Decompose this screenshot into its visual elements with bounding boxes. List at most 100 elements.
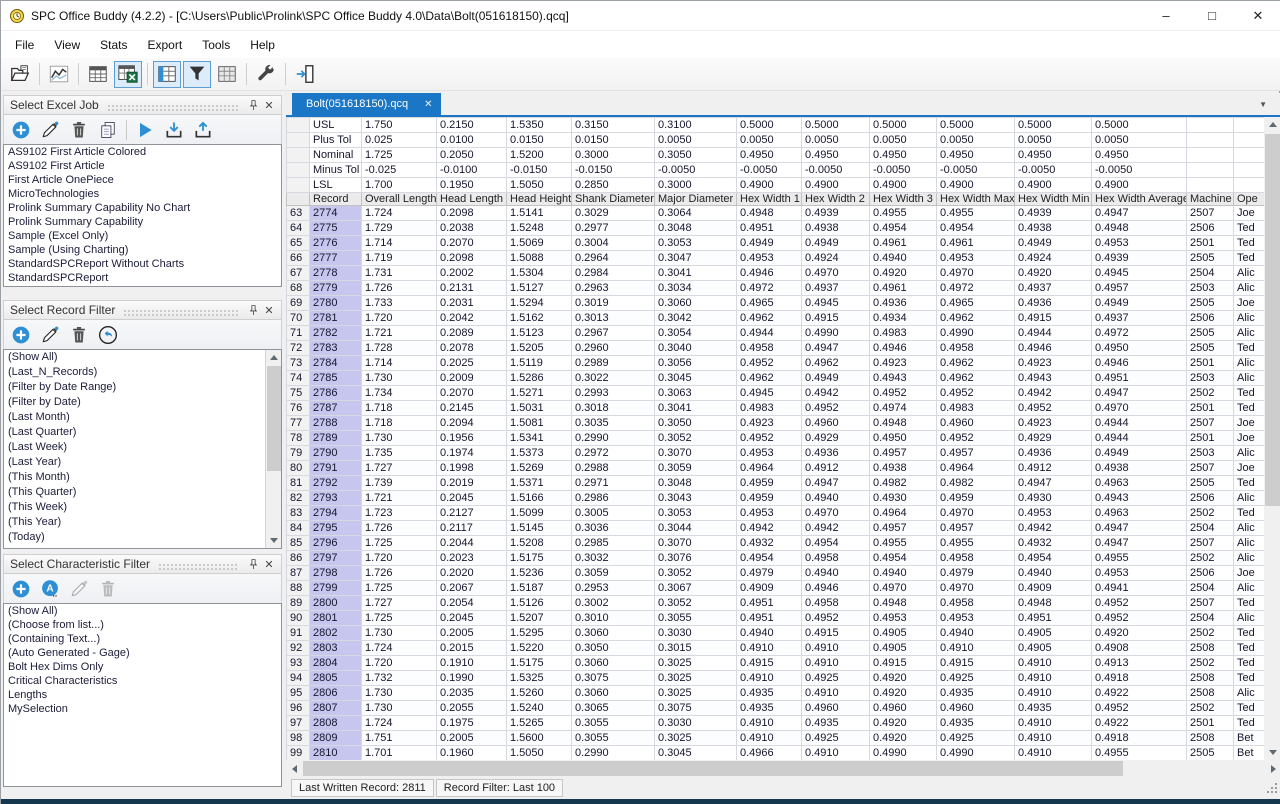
value-cell[interactable]: 0.3060 [572, 626, 655, 641]
value-cell[interactable]: 1.5240 [507, 701, 572, 716]
value-cell[interactable]: 1.5260 [507, 686, 572, 701]
value-cell[interactable]: 0.4951 [1015, 611, 1092, 626]
value-cell[interactable]: 2505 [1187, 746, 1234, 761]
value-cell[interactable]: 0.2045 [437, 491, 507, 506]
scroll-down-icon[interactable] [1264, 745, 1280, 760]
value-cell[interactable]: 1.724 [362, 641, 437, 656]
record-filter-scrollbar[interactable] [265, 350, 281, 548]
value-cell[interactable]: 0.4951 [737, 221, 802, 236]
value-cell[interactable]: 0.4960 [937, 416, 1015, 431]
scrollbar-thumb[interactable] [1265, 134, 1280, 506]
value-cell[interactable]: 2506 [1187, 221, 1234, 236]
value-cell[interactable]: 0.4961 [937, 236, 1015, 251]
value-cell[interactable]: 0.3045 [655, 746, 737, 761]
value-cell[interactable]: 0.4937 [802, 281, 870, 296]
value-cell[interactable]: 2505 [1187, 251, 1234, 266]
excel-table-icon[interactable] [114, 61, 142, 88]
list-item[interactable]: MySelection [4, 702, 281, 716]
scroll-right-icon[interactable] [1265, 760, 1280, 777]
record-cell[interactable]: 2794 [310, 506, 362, 521]
value-cell[interactable]: Ted [1234, 386, 1265, 401]
table-row[interactable]: 9928101.7010.19601.50500.29900.30450.496… [287, 746, 1265, 761]
record-cell[interactable]: 2786 [310, 386, 362, 401]
value-cell[interactable]: 0.4909 [1015, 581, 1092, 596]
value-cell[interactable]: Alic [1234, 581, 1265, 596]
value-cell[interactable]: 0.2042 [437, 311, 507, 326]
value-cell[interactable]: 0.4962 [737, 371, 802, 386]
value-cell[interactable]: 0.4957 [937, 521, 1015, 536]
table-row[interactable]: 7527861.7340.20701.52710.29930.30630.494… [287, 386, 1265, 401]
value-cell[interactable]: 0.4961 [870, 281, 937, 296]
value-cell[interactable]: 0.4948 [1092, 221, 1187, 236]
value-cell[interactable]: 0.4970 [937, 266, 1015, 281]
scroll-down-icon[interactable] [266, 533, 282, 548]
value-cell[interactable]: 0.1960 [437, 746, 507, 761]
value-cell[interactable]: 0.3050 [572, 641, 655, 656]
grid-vertical-scrollbar[interactable] [1264, 117, 1280, 760]
list-item[interactable]: (Containing Text...) [4, 632, 281, 646]
open-file-icon[interactable] [6, 61, 34, 88]
value-cell[interactable]: 0.4955 [937, 206, 1015, 221]
value-cell[interactable]: 1.727 [362, 461, 437, 476]
value-cell[interactable]: Alic [1234, 371, 1265, 386]
value-cell[interactable]: Alic [1234, 536, 1265, 551]
value-cell[interactable]: 0.2067 [437, 581, 507, 596]
value-cell[interactable]: 0.4953 [737, 446, 802, 461]
value-cell[interactable]: 0.4990 [937, 746, 1015, 761]
value-cell[interactable]: 0.4964 [737, 461, 802, 476]
value-cell[interactable]: 0.3010 [572, 611, 655, 626]
value-cell[interactable]: 2504 [1187, 521, 1234, 536]
value-cell[interactable]: 0.4952 [1092, 611, 1187, 626]
value-cell[interactable]: 1.5271 [507, 386, 572, 401]
menu-file[interactable]: File [5, 33, 44, 57]
value-cell[interactable]: 0.3025 [655, 686, 737, 701]
value-cell[interactable]: 0.3022 [572, 371, 655, 386]
value-cell[interactable]: 0.4954 [937, 221, 1015, 236]
value-cell[interactable]: 0.4959 [937, 491, 1015, 506]
value-cell[interactable]: 1.726 [362, 521, 437, 536]
value-cell[interactable]: 0.4970 [937, 506, 1015, 521]
record-cell[interactable]: 2787 [310, 401, 362, 416]
value-cell[interactable]: 0.2054 [437, 596, 507, 611]
value-cell[interactable]: 0.4947 [1092, 521, 1187, 536]
value-cell[interactable]: 0.3063 [655, 386, 737, 401]
value-cell[interactable]: Ted [1234, 221, 1265, 236]
value-cell[interactable]: 0.4910 [1015, 746, 1092, 761]
value-cell[interactable]: 0.4957 [937, 446, 1015, 461]
list-item[interactable]: Prolink Summary Capability No Chart [4, 201, 281, 215]
value-cell[interactable]: 1.726 [362, 281, 437, 296]
value-cell[interactable]: 0.4949 [1015, 236, 1092, 251]
pin-icon[interactable] [245, 556, 261, 572]
value-cell[interactable]: 0.2990 [572, 431, 655, 446]
value-cell[interactable]: 0.4925 [802, 671, 870, 686]
value-cell[interactable]: 2501 [1187, 401, 1234, 416]
value-cell[interactable]: 0.4910 [737, 731, 802, 746]
value-cell[interactable]: 0.4905 [870, 626, 937, 641]
menu-tools[interactable]: Tools [192, 33, 240, 57]
value-cell[interactable]: 1.720 [362, 551, 437, 566]
value-cell[interactable]: 0.3060 [655, 296, 737, 311]
value-cell[interactable]: 2507 [1187, 596, 1234, 611]
value-cell[interactable]: 0.2990 [572, 746, 655, 761]
value-cell[interactable]: 0.4954 [1015, 551, 1092, 566]
value-cell[interactable]: Alic [1234, 611, 1265, 626]
value-cell[interactable]: Ted [1234, 641, 1265, 656]
value-cell[interactable]: 0.4922 [1092, 716, 1187, 731]
close-panel-icon[interactable]: ✕ [261, 556, 277, 572]
value-cell[interactable]: 0.4910 [802, 656, 870, 671]
value-cell[interactable]: 0.2098 [437, 251, 507, 266]
value-cell[interactable]: 0.4910 [802, 641, 870, 656]
add-auto-char-filter-button[interactable]: A.. [39, 578, 61, 600]
value-cell[interactable]: 1.701 [362, 746, 437, 761]
value-cell[interactable]: 0.2989 [572, 356, 655, 371]
value-cell[interactable]: 0.4954 [802, 536, 870, 551]
value-cell[interactable]: 0.4958 [802, 551, 870, 566]
value-cell[interactable]: Alic [1234, 551, 1265, 566]
value-cell[interactable]: 1.5081 [507, 416, 572, 431]
table-row[interactable]: 7427851.7300.20091.52860.30220.30450.496… [287, 371, 1265, 386]
value-cell[interactable]: 0.4905 [870, 641, 937, 656]
add-record-filter-button[interactable] [10, 324, 32, 346]
delete-record-filter-button[interactable] [68, 324, 90, 346]
value-cell[interactable]: 0.4952 [937, 386, 1015, 401]
column-view-icon[interactable] [153, 61, 181, 88]
